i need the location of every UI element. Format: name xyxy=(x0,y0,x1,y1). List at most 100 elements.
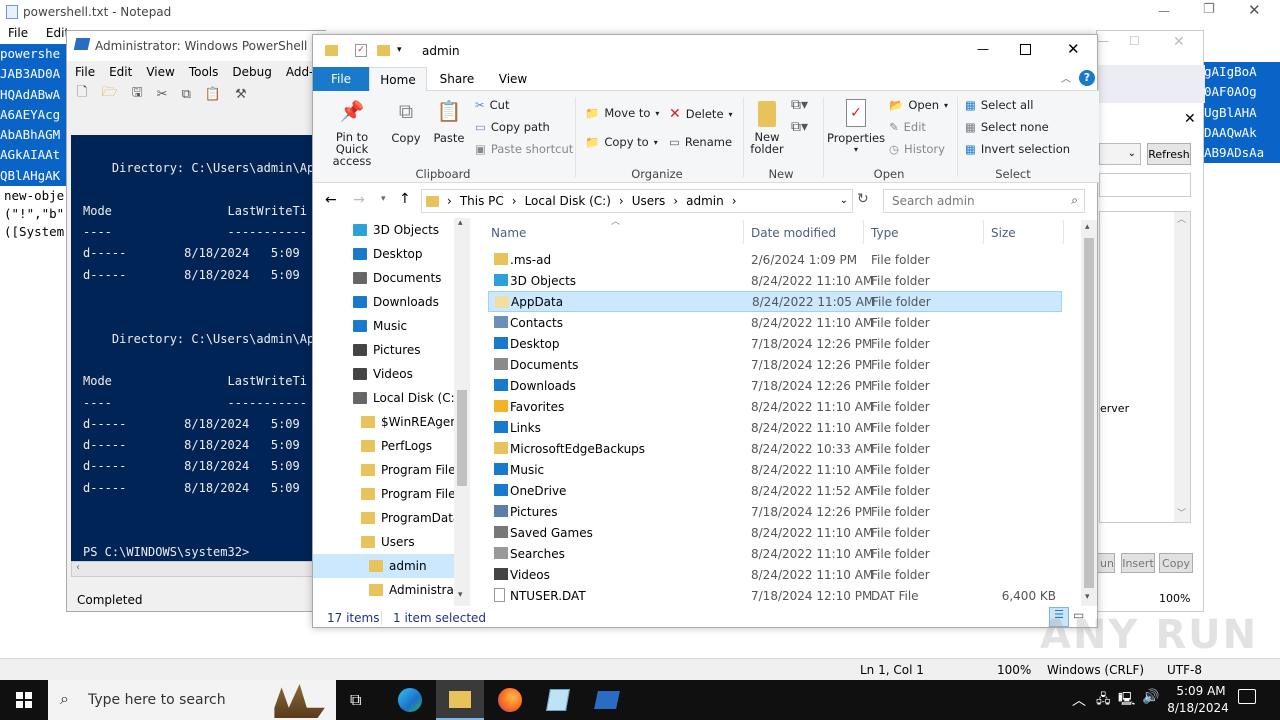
menu-tools[interactable]: Tools xyxy=(189,65,219,79)
copy-icon[interactable]: ⧉ xyxy=(182,87,191,102)
back-arrow-icon[interactable]: ← xyxy=(325,192,337,208)
breadcrumb-local-disk[interactable]: Local Disk (C:) xyxy=(525,194,611,208)
network-icon[interactable]: 🖧 xyxy=(1096,690,1111,712)
scrollbar[interactable]: ︿ ﹀ xyxy=(1174,212,1190,522)
table-row[interactable]: Videos 8/24/2022 11:10 AM File folder xyxy=(488,564,1062,585)
copy-to-button[interactable]: 📁 Copy to ▾ xyxy=(585,135,658,149)
invert-selection-button[interactable]: ▦ Invert selection xyxy=(965,142,1070,156)
close-icon[interactable]: ✕ xyxy=(1248,1,1261,19)
ise-console[interactable]: Directory: C:\Users\admin\Ap Mode LastWri… xyxy=(71,135,317,561)
table-row[interactable]: MicrosoftEdgeBackups 8/24/2022 10:33 AM Fi… xyxy=(488,438,1062,459)
copy-button[interactable]: ⧉ Copy xyxy=(389,99,423,145)
edit-button[interactable]: ✎ Edit xyxy=(889,120,926,134)
breadcrumb-admin[interactable]: admin xyxy=(686,194,724,208)
chevron-down-icon[interactable]: ▾ xyxy=(381,194,386,204)
close-icon[interactable]: ✕ xyxy=(1184,111,1196,127)
minimize-icon[interactable]: — xyxy=(1158,4,1170,18)
taskbar-search[interactable]: ⌕ Type here to search xyxy=(48,680,336,720)
column-size[interactable]: Size xyxy=(991,226,1016,240)
table-row[interactable]: Pictures 7/18/2024 12:26 PM File folder xyxy=(488,501,1062,522)
open-button[interactable]: 📂 Open ▾ xyxy=(889,98,948,112)
breadcrumb[interactable]: › This PC › Local Disk (C:) › Users › ad… xyxy=(421,189,853,213)
select-all-button[interactable]: ▦ Select all xyxy=(965,98,1033,112)
firefox-icon[interactable] xyxy=(498,688,522,712)
open-icon[interactable]: 🗁 xyxy=(101,83,117,105)
button-fragment[interactable]: un xyxy=(1097,553,1115,573)
services-input[interactable] xyxy=(1099,173,1191,197)
up-arrow-icon[interactable]: ↑ xyxy=(399,191,411,207)
chevron-down-icon[interactable]: ⌄ xyxy=(840,195,848,206)
refresh-icon[interactable]: ↻ xyxy=(857,191,869,207)
forward-arrow-icon[interactable]: → xyxy=(353,192,365,208)
edge-icon[interactable] xyxy=(398,688,422,712)
cut-icon[interactable]: ✂ xyxy=(157,87,168,102)
table-row[interactable]: Documents 7/18/2024 12:26 PM File folder xyxy=(488,354,1062,375)
ise-hscroll[interactable]: ‹ xyxy=(71,561,317,577)
file-list-scrollbar[interactable]: ▴ ▾ xyxy=(1081,220,1097,606)
copy-button[interactable]: Copy xyxy=(1159,553,1193,573)
table-row[interactable]: Links 8/24/2022 11:10 AM File folder xyxy=(488,417,1062,438)
start-button[interactable] xyxy=(0,680,48,720)
powershell-taskbar-icon[interactable] xyxy=(594,691,620,709)
move-to-button[interactable]: 📁 Move to ▾ xyxy=(585,106,659,120)
easy-access-icon[interactable]: ⧉▾ xyxy=(791,119,808,135)
menu-file[interactable]: File xyxy=(75,65,95,79)
properties-button[interactable]: ✓ Properties ▾ xyxy=(827,99,885,154)
menu-edit[interactable]: Edit xyxy=(109,65,132,79)
column-date[interactable]: Date modified xyxy=(751,226,836,240)
table-row[interactable]: Contacts 8/24/2022 11:10 AM File folder xyxy=(488,312,1062,333)
table-row[interactable]: Desktop 7/18/2024 12:26 PM File folder xyxy=(488,333,1062,354)
file-explorer-taskbar-icon[interactable] xyxy=(436,680,484,720)
table-row[interactable]: Searches 8/24/2022 11:10 AM File folder xyxy=(488,543,1062,564)
rename-button[interactable]: ▭ Rename xyxy=(669,135,732,149)
close-icon[interactable]: ✕ xyxy=(1173,34,1185,50)
notepad-text-left[interactable]: powershe JAB3AD0A HQAdABwA A6AEYAcg AbAB… xyxy=(0,44,66,240)
breadcrumb-users[interactable]: Users xyxy=(632,194,666,208)
restore-icon[interactable]: ❐ xyxy=(1203,2,1215,17)
task-view-icon[interactable]: ⧉ xyxy=(350,690,361,710)
table-row[interactable]: NTUSER.DAT 7/18/2024 12:10 PM DAT File 6,40… xyxy=(488,585,1062,606)
file-list[interactable]: ︿ Name Date modified Type Size .ms-ad 2/6… xyxy=(313,217,1099,606)
filter-dropdown[interactable]: ⌄ xyxy=(1099,143,1141,165)
paste-icon[interactable]: 📋 xyxy=(205,87,221,102)
save-icon[interactable]: 🖫 xyxy=(132,83,143,105)
cut-button[interactable]: ✂ Cut xyxy=(475,98,509,112)
scroll-thumb[interactable] xyxy=(1084,238,1094,588)
notepad-text-right[interactable]: gAIgBoA 0AF0AOg UgBlAHA DAAQwAk AB9ADsAa xyxy=(1204,62,1280,164)
chevron-up-icon[interactable]: ︿ xyxy=(1072,690,1086,710)
menu-view[interactable]: View xyxy=(146,65,174,79)
delete-button[interactable]: ✕ Delete ▾ xyxy=(669,106,733,122)
table-row[interactable]: Saved Games 8/24/2022 11:10 AM File folder xyxy=(488,522,1062,543)
table-row[interactable]: 3D Objects 8/24/2022 11:10 AM File folder xyxy=(488,270,1062,291)
history-button[interactable]: ◷ History xyxy=(889,142,945,156)
table-row[interactable]: OneDrive 8/24/2022 11:52 AM File folder xyxy=(488,480,1062,501)
network-status-icon[interactable]: 🖳 xyxy=(1118,690,1135,712)
pin-quick-access-button[interactable]: 📌 Pin to Quick access xyxy=(319,99,385,167)
column-name[interactable]: Name xyxy=(491,226,526,240)
table-row[interactable]: AppData 8/24/2022 11:05 AM File folder xyxy=(488,291,1062,312)
clock-date[interactable]: 8/18/2024 xyxy=(1166,701,1230,715)
run-icon[interactable]: ⚒ xyxy=(235,87,247,102)
refresh-button[interactable]: Refresh xyxy=(1147,143,1191,165)
services-list[interactable]: erver ︿ ﹀ xyxy=(1099,211,1191,523)
breadcrumb-this-pc[interactable]: This PC xyxy=(460,194,504,208)
column-type[interactable]: Type xyxy=(871,226,899,240)
new-item-icon[interactable]: ⧉▾ xyxy=(791,97,808,113)
search-input[interactable]: Search admin ⌕ xyxy=(883,189,1085,213)
table-row[interactable]: Favorites 8/24/2022 11:10 AM File folder xyxy=(488,396,1062,417)
paste-button[interactable]: 📋 Paste xyxy=(431,99,467,145)
table-row[interactable]: Music 8/24/2022 11:10 AM File folder xyxy=(488,459,1062,480)
copy-path-button[interactable]: ▭ Copy path xyxy=(475,120,550,134)
new-folder-button[interactable]: New folder xyxy=(747,101,787,155)
table-row[interactable]: .ms-ad 2/6/2024 1:09 PM File folder xyxy=(488,249,1062,270)
insert-button[interactable]: Insert xyxy=(1121,553,1155,573)
maximize-icon[interactable]: ☐ xyxy=(1129,34,1140,48)
menu-debug[interactable]: Debug xyxy=(232,65,271,79)
volume-icon[interactable]: 🔊 xyxy=(1142,689,1159,705)
menu-file[interactable]: File xyxy=(8,26,28,40)
table-row[interactable]: Downloads 7/18/2024 12:26 PM File folder xyxy=(488,375,1062,396)
notification-icon[interactable] xyxy=(1238,689,1256,704)
new-file-icon[interactable]: 🗋 xyxy=(77,83,87,105)
clock-time[interactable]: 5:09 AM xyxy=(1172,684,1230,698)
select-none-button[interactable]: ▦ Select none xyxy=(965,120,1049,134)
